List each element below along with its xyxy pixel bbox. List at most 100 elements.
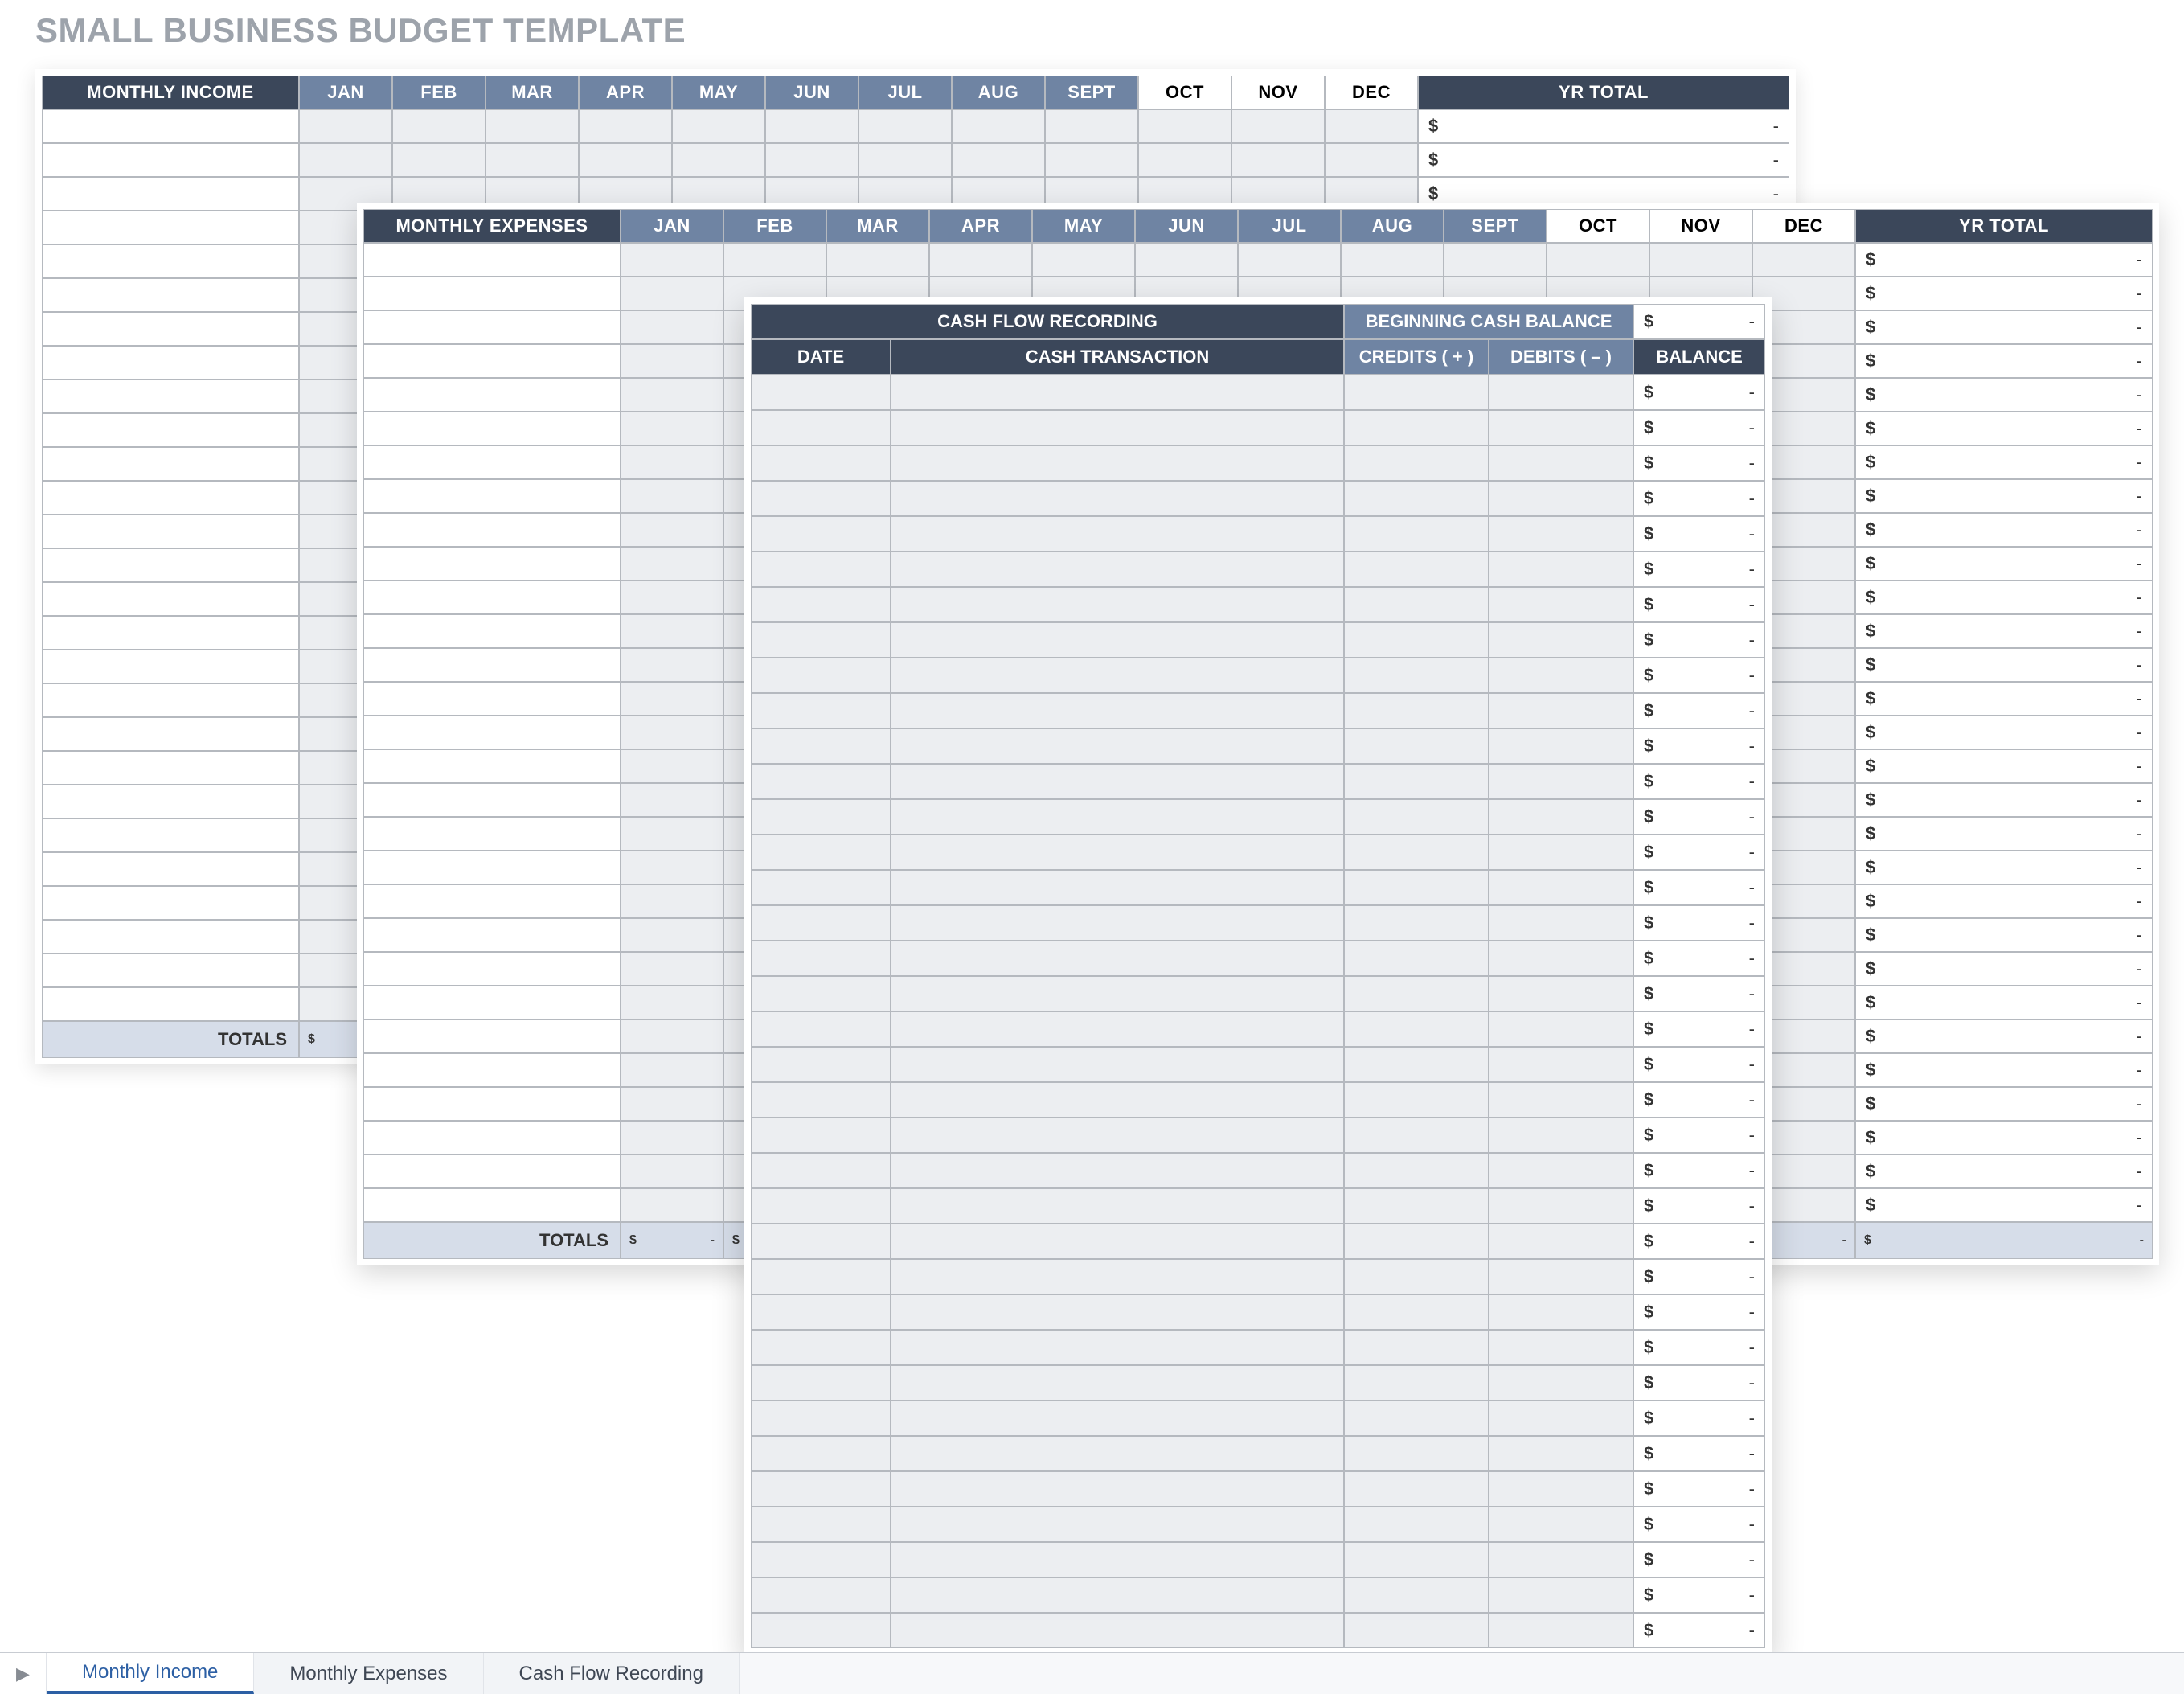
cashflow-credits-cell[interactable] <box>1344 1118 1489 1153</box>
expenses-cell[interactable] <box>621 884 723 918</box>
income-cell[interactable] <box>1231 143 1325 177</box>
expenses-cell[interactable] <box>1752 243 1855 277</box>
cashflow-date-cell[interactable] <box>751 1259 891 1294</box>
income-label-cell[interactable] <box>42 683 299 717</box>
cashflow-transaction-cell[interactable] <box>891 410 1344 445</box>
income-cell[interactable] <box>1138 109 1231 143</box>
expenses-cell[interactable] <box>621 783 723 817</box>
income-cell[interactable] <box>858 109 952 143</box>
income-cell[interactable] <box>672 143 765 177</box>
cashflow-date-cell[interactable] <box>751 375 891 410</box>
income-cell[interactable] <box>765 143 858 177</box>
expenses-cell[interactable] <box>621 445 723 479</box>
income-cell[interactable] <box>952 109 1045 143</box>
expenses-cell[interactable] <box>621 547 723 580</box>
cashflow-debits-cell[interactable] <box>1489 622 1633 658</box>
cashflow-debits-cell[interactable] <box>1489 1401 1633 1436</box>
cashflow-date-cell[interactable] <box>751 1188 891 1224</box>
cashflow-credits-cell[interactable] <box>1344 552 1489 587</box>
cashflow-credits-cell[interactable] <box>1344 587 1489 622</box>
cashflow-debits-cell[interactable] <box>1489 1294 1633 1330</box>
expenses-cell[interactable] <box>621 243 723 277</box>
cashflow-date-cell[interactable] <box>751 1294 891 1330</box>
cashflow-date-cell[interactable] <box>751 941 891 976</box>
expenses-cell[interactable] <box>621 614 723 648</box>
cashflow-credits-cell[interactable] <box>1344 835 1489 870</box>
expenses-label-cell[interactable] <box>363 817 621 851</box>
income-label-cell[interactable] <box>42 312 299 346</box>
income-cell[interactable] <box>1138 143 1231 177</box>
expenses-label-cell[interactable] <box>363 277 621 310</box>
cashflow-debits-cell[interactable] <box>1489 375 1633 410</box>
expenses-cell[interactable] <box>929 243 1032 277</box>
cashflow-date-cell[interactable] <box>751 1224 891 1259</box>
income-cell[interactable] <box>579 143 672 177</box>
cashflow-transaction-cell[interactable] <box>891 693 1344 728</box>
cashflow-transaction-cell[interactable] <box>891 1613 1344 1648</box>
income-label-cell[interactable] <box>42 278 299 312</box>
income-label-cell[interactable] <box>42 650 299 683</box>
cashflow-credits-cell[interactable] <box>1344 941 1489 976</box>
expenses-label-cell[interactable] <box>363 1019 621 1053</box>
expenses-cell[interactable] <box>621 716 723 749</box>
cashflow-date-cell[interactable] <box>751 728 891 764</box>
expenses-label-cell[interactable] <box>363 1121 621 1155</box>
income-label-cell[interactable] <box>42 413 299 447</box>
expenses-cell[interactable] <box>621 986 723 1019</box>
cashflow-transaction-cell[interactable] <box>891 1507 1344 1542</box>
income-label-cell[interactable] <box>42 818 299 852</box>
cashflow-transaction-cell[interactable] <box>891 1118 1344 1153</box>
cashflow-debits-cell[interactable] <box>1489 835 1633 870</box>
expenses-cell[interactable] <box>621 1188 723 1222</box>
cashflow-date-cell[interactable] <box>751 835 891 870</box>
income-cell[interactable] <box>392 143 486 177</box>
expenses-label-cell[interactable] <box>363 648 621 682</box>
income-cell[interactable] <box>1045 109 1138 143</box>
cashflow-debits-cell[interactable] <box>1489 1047 1633 1082</box>
expenses-cell[interactable] <box>621 749 723 783</box>
income-label-cell[interactable] <box>42 616 299 650</box>
cashflow-date-cell[interactable] <box>751 516 891 552</box>
cashflow-credits-cell[interactable] <box>1344 1613 1489 1648</box>
income-label-cell[interactable] <box>42 379 299 413</box>
expenses-label-cell[interactable] <box>363 479 621 513</box>
expenses-cell[interactable] <box>621 851 723 884</box>
cashflow-debits-cell[interactable] <box>1489 1471 1633 1507</box>
expenses-cell[interactable] <box>723 243 826 277</box>
cashflow-date-cell[interactable] <box>751 870 891 905</box>
expenses-cell[interactable] <box>621 1053 723 1087</box>
cashflow-credits-cell[interactable] <box>1344 1153 1489 1188</box>
expenses-cell[interactable] <box>621 344 723 378</box>
cashflow-transaction-cell[interactable] <box>891 1188 1344 1224</box>
cashflow-transaction-cell[interactable] <box>891 1153 1344 1188</box>
income-cell[interactable] <box>392 109 486 143</box>
cashflow-credits-cell[interactable] <box>1344 693 1489 728</box>
cashflow-transaction-cell[interactable] <box>891 835 1344 870</box>
cashflow-date-cell[interactable] <box>751 587 891 622</box>
income-label-cell[interactable] <box>42 244 299 278</box>
cashflow-transaction-cell[interactable] <box>891 375 1344 410</box>
income-label-cell[interactable] <box>42 852 299 886</box>
cashflow-date-cell[interactable] <box>751 1577 891 1613</box>
cashflow-credits-cell[interactable] <box>1344 976 1489 1011</box>
cashflow-date-cell[interactable] <box>751 1047 891 1082</box>
expenses-cell[interactable] <box>621 479 723 513</box>
cashflow-date-cell[interactable] <box>751 1471 891 1507</box>
expenses-label-cell[interactable] <box>363 378 621 412</box>
cashflow-transaction-cell[interactable] <box>891 1471 1344 1507</box>
expenses-label-cell[interactable] <box>363 412 621 445</box>
cashflow-transaction-cell[interactable] <box>891 516 1344 552</box>
cashflow-debits-cell[interactable] <box>1489 728 1633 764</box>
income-label-cell[interactable] <box>42 143 299 177</box>
expenses-cell[interactable] <box>621 1155 723 1188</box>
cashflow-credits-cell[interactable] <box>1344 481 1489 516</box>
expenses-label-cell[interactable] <box>363 682 621 716</box>
cashflow-date-cell[interactable] <box>751 622 891 658</box>
cashflow-debits-cell[interactable] <box>1489 1224 1633 1259</box>
expenses-label-cell[interactable] <box>363 783 621 817</box>
income-label-cell[interactable] <box>42 954 299 987</box>
cashflow-date-cell[interactable] <box>751 481 891 516</box>
cashflow-date-cell[interactable] <box>751 1507 891 1542</box>
cashflow-debits-cell[interactable] <box>1489 1011 1633 1047</box>
cashflow-debits-cell[interactable] <box>1489 1259 1633 1294</box>
